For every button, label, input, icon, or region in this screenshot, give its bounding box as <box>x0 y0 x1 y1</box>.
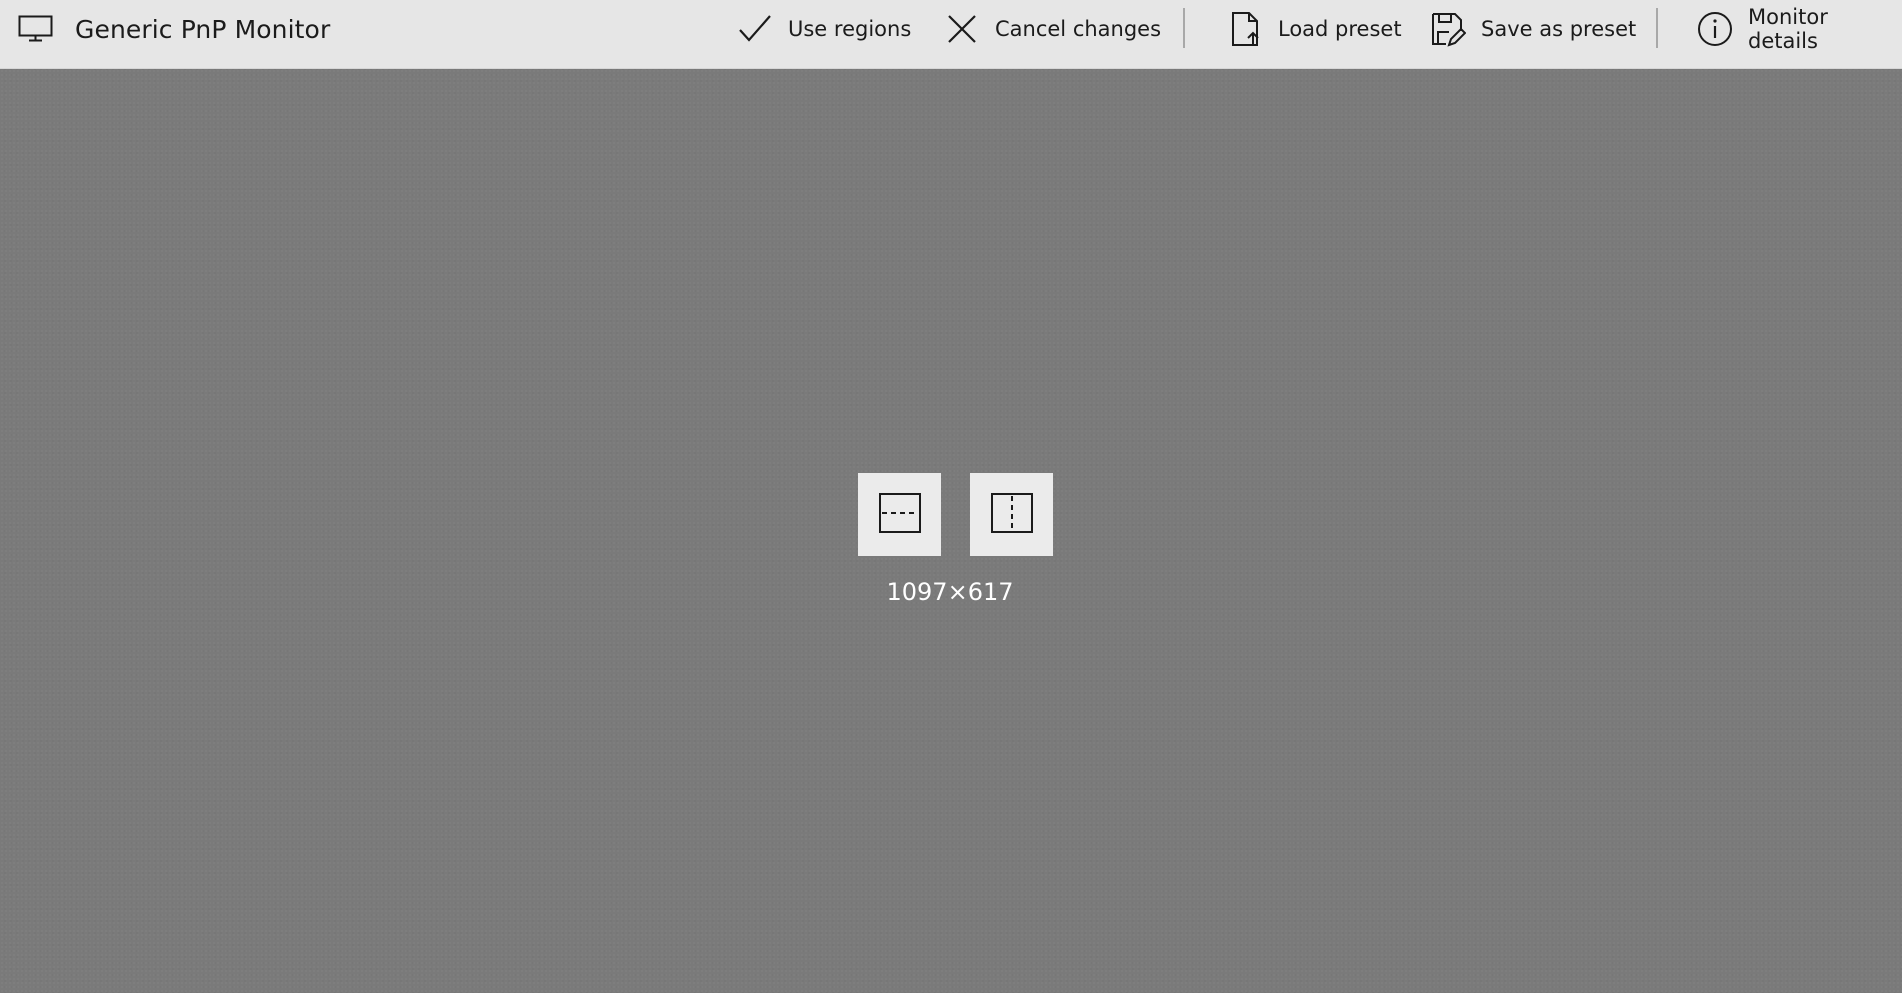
monitor-icon <box>18 15 53 43</box>
save-edit-icon <box>1430 11 1467 47</box>
save-as-preset-label: Save as preset <box>1481 17 1637 41</box>
use-regions-label: Use regions <box>788 17 912 41</box>
file-upload-icon <box>1227 11 1263 47</box>
split-horizontal-icon <box>878 491 922 539</box>
save-as-preset-button[interactable]: Save as preset <box>1430 0 1636 58</box>
checkmark-icon <box>737 11 773 47</box>
title-area: Generic PnP Monitor <box>18 0 330 58</box>
monitor-details-label: Monitor details <box>1748 5 1828 53</box>
load-preset-label: Load preset <box>1278 17 1402 41</box>
cancel-changes-button[interactable]: Cancel changes <box>944 0 1161 58</box>
use-regions-button[interactable]: Use regions <box>737 0 911 58</box>
zone-dimensions: 1097×617 <box>886 578 1014 606</box>
split-vertical-icon <box>990 491 1034 539</box>
cancel-changes-label: Cancel changes <box>995 17 1162 41</box>
monitor-details-button[interactable]: Monitor details <box>1697 0 1902 58</box>
command-bar: Generic PnP Monitor Use regions Cancel c… <box>0 0 1902 69</box>
toolbar-separator <box>1656 8 1658 48</box>
app-window: Generic PnP Monitor Use regions Cancel c… <box>0 0 1902 993</box>
zone-canvas[interactable] <box>0 69 1902 993</box>
close-icon <box>944 11 980 47</box>
load-preset-button[interactable]: Load preset <box>1227 0 1402 58</box>
toolbar-separator <box>1183 8 1185 48</box>
split-vertical-button[interactable] <box>970 473 1053 556</box>
split-horizontal-button[interactable] <box>858 473 941 556</box>
info-icon <box>1697 11 1733 47</box>
window-title: Generic PnP Monitor <box>75 14 331 44</box>
